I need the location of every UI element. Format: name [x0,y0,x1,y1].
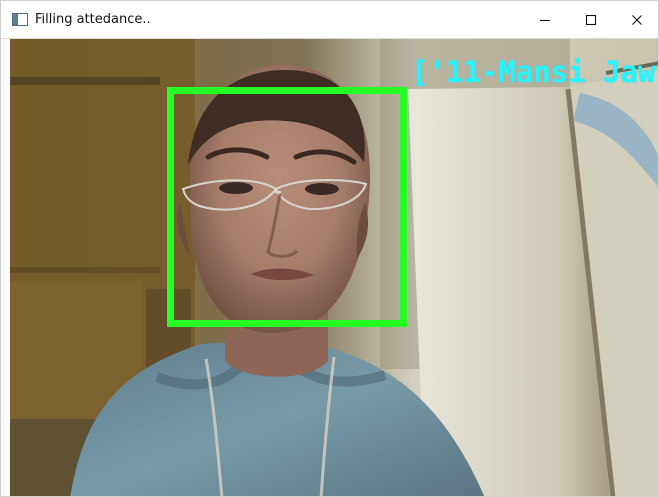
maximize-button[interactable] [568,1,614,39]
minimize-button[interactable] [522,1,568,39]
close-button[interactable] [614,1,658,39]
window-title: Filling attedance.. [35,12,151,27]
window-left-edge [1,39,10,496]
minimize-icon [538,13,552,27]
app-window-icon [12,13,28,26]
close-icon [630,13,644,27]
window-titlebar[interactable]: Filling attedance.. [1,1,658,39]
webcam-feed: ['11-Mansi Jaw [10,39,658,496]
webcam-scene [10,39,658,496]
attendance-window: Filling attedance.. ['11-Mansi Jaw [0,0,659,497]
maximize-icon [584,13,598,27]
window-controls [522,1,658,39]
recognized-person-label: ['11-Mansi Jaw [411,55,656,89]
